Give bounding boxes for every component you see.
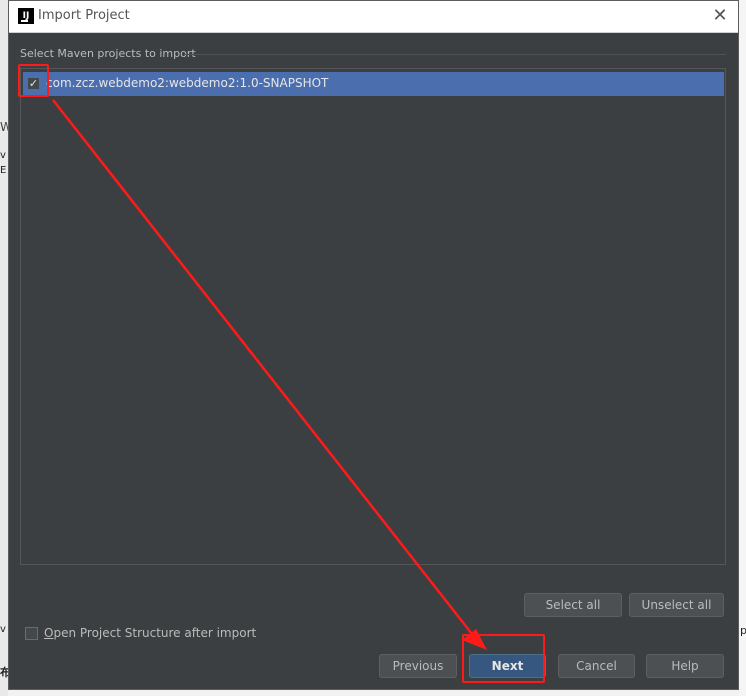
open-structure-text: pen Project Structure after import [53, 626, 257, 640]
background-fragment: v [0, 624, 6, 635]
import-project-dialog: IJ Import Project ✕ Select Maven project… [8, 0, 739, 690]
next-button[interactable]: Next [469, 654, 546, 678]
background-ide-right [739, 0, 746, 696]
section-divider [184, 54, 726, 55]
background-fragment: v [0, 150, 6, 161]
maven-project-list[interactable]: ✓ com.zcz.webdemo2:webdemo2:1.0-SNAPSHOT [20, 68, 726, 565]
open-structure-label[interactable]: Open Project Structure after import [44, 626, 256, 640]
background-fragment: E [0, 165, 7, 176]
close-icon[interactable]: ✕ [710, 6, 730, 26]
list-item[interactable]: ✓ com.zcz.webdemo2:webdemo2:1.0-SNAPSHOT [23, 72, 724, 96]
select-all-button[interactable]: Select all [524, 593, 622, 617]
open-structure-checkbox[interactable] [25, 627, 38, 640]
background-fragment: p [740, 624, 746, 637]
previous-button[interactable]: Previous [379, 654, 457, 678]
dialog-title: Import Project [38, 8, 130, 23]
project-label: com.zcz.webdemo2:webdemo2:1.0-SNAPSHOT [46, 76, 329, 90]
unselect-all-button[interactable]: Unselect all [629, 593, 724, 617]
background-ide-left [0, 0, 8, 696]
cancel-button[interactable]: Cancel [558, 654, 635, 678]
checkbox-checked-icon[interactable]: ✓ [27, 77, 40, 90]
help-button[interactable]: Help [646, 654, 724, 678]
title-bar: IJ Import Project ✕ [9, 1, 738, 33]
section-label: Select Maven projects to import [20, 47, 196, 60]
intellij-logo-icon: IJ [18, 8, 34, 24]
